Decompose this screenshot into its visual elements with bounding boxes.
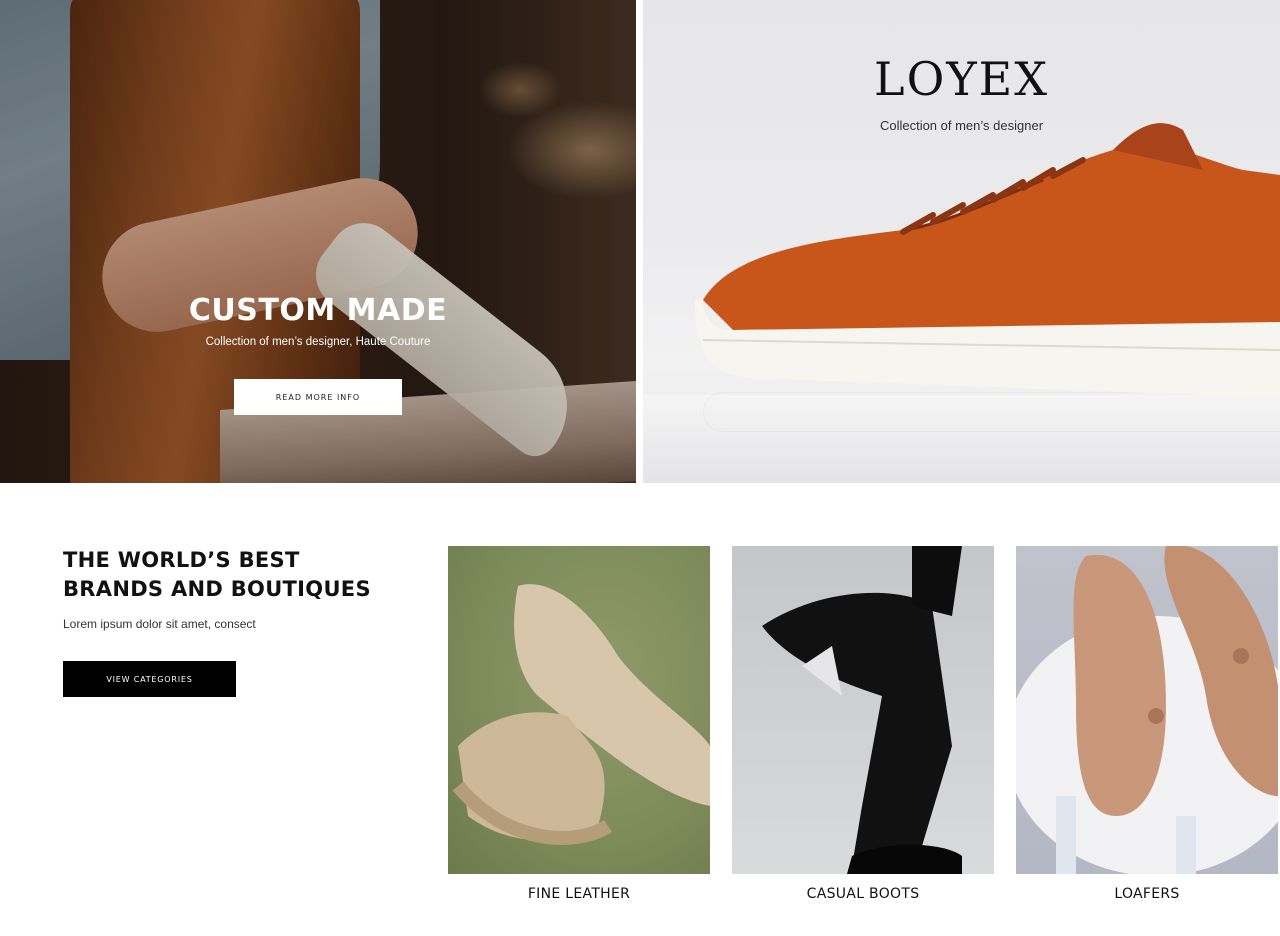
category-label[interactable]: CASUAL BOOTS [732,886,994,902]
brands-description: Lorem ipsum dolor sit amet, consect [63,617,256,631]
suede-loafers-illustration [1016,546,1278,874]
category-label[interactable]: LOAFERS [1016,886,1278,902]
casual-boots-image[interactable] [732,546,994,874]
view-categories-button[interactable]: VIEW CATEGORIES [63,661,236,697]
category-label[interactable]: FINE LEATHER [448,886,710,902]
category-card-fine-leather[interactable]: FINE LEATHER [448,546,710,902]
hero-title: CUSTOM MADE [188,293,448,328]
category-card-loafers[interactable]: LOAFERS [1016,546,1278,902]
brand-logo[interactable]: LOYEX [643,52,1280,106]
hero-custom-made-banner[interactable]: CUSTOM MADE Collection of men’s designer… [0,0,636,483]
category-card-casual-boots[interactable]: CASUAL BOOTS [732,546,994,902]
read-more-button[interactable]: READ MORE INFO [234,379,402,415]
fine-leather-image[interactable] [448,546,710,874]
hero-brand-banner[interactable]: LOYEX Collection of men’s designer [643,0,1280,483]
brand-tagline: Collection of men’s designer [879,118,1044,133]
loafers-image[interactable] [1016,546,1278,874]
black-boots-illustration [762,546,962,874]
brands-heading: THE WORLD’S BEST BRANDS AND BOUTIQUES [63,548,371,601]
suede-sneakers-illustration [452,584,710,845]
hero-subtitle: Collection of men’s designer, Haute Cout… [205,336,431,348]
